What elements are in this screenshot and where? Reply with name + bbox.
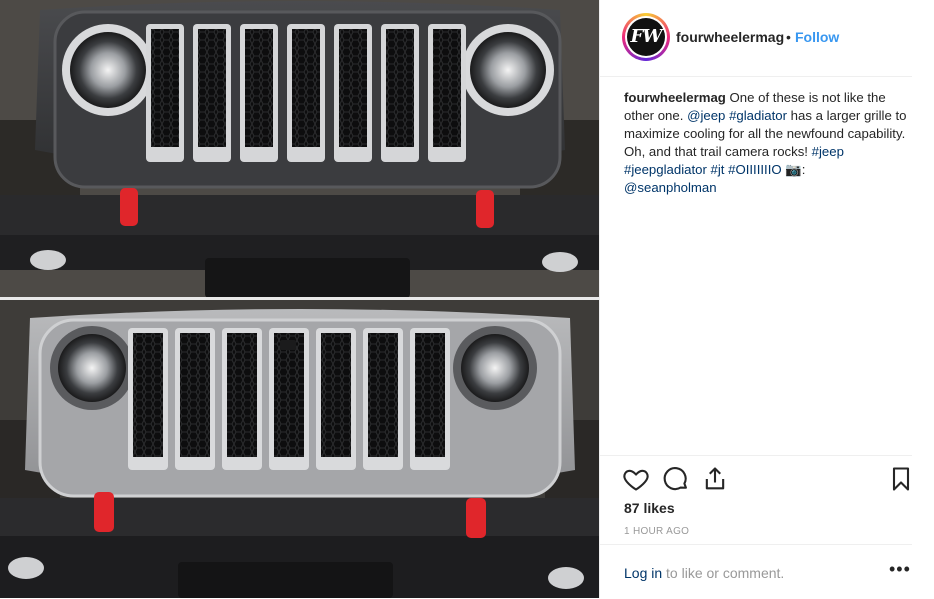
avatar-frame: FW [625, 16, 667, 58]
follow-button[interactable]: Follow [795, 29, 839, 45]
avatar-logo: FW [627, 18, 665, 56]
more-options-icon[interactable]: ••• [889, 559, 911, 580]
hashtag-olll[interactable]: #OIIIIIIIO [728, 162, 782, 177]
bookmark-icon[interactable] [887, 465, 915, 493]
likes-count[interactable]: 87 likes [624, 500, 675, 516]
login-link[interactable]: Log in [624, 565, 662, 581]
caption-colon: : [801, 162, 806, 177]
login-prompt: Log in to like or comment. [624, 565, 784, 581]
top-jeep [0, 0, 599, 298]
caption-username[interactable]: fourwheelermag [624, 90, 726, 105]
mention-seanpholman[interactable]: @seanpholman [624, 180, 717, 195]
hashtag-jeepgladiator[interactable]: #jeepgladiator [624, 162, 707, 177]
jeep-grille-comparison-image [0, 0, 599, 598]
camera-emoji: 📷 [785, 162, 802, 177]
username-link[interactable]: fourwheelermag [676, 29, 784, 45]
avatar[interactable]: FW [622, 13, 670, 61]
post-timestamp: 1 HOUR AGO [624, 526, 690, 537]
post-photo[interactable] [0, 0, 599, 598]
login-prompt-text: to like or comment. [662, 565, 785, 581]
post-sidebar: FW fourwheelermag • Follow fourwheelerma… [599, 0, 934, 598]
hashtag-jeep[interactable]: #jeep [812, 144, 844, 159]
post-actions [600, 455, 912, 504]
bottom-jeep [0, 300, 599, 598]
hashtag-gladiator[interactable]: #gladiator [729, 108, 787, 123]
share-icon[interactable] [701, 465, 729, 493]
heart-icon[interactable] [622, 465, 650, 493]
post-caption: fourwheelermag One of these is not like … [624, 89, 914, 197]
mention-jeep[interactable]: @jeep [687, 108, 725, 123]
hashtag-jt[interactable]: #jt [711, 162, 725, 177]
comment-bar: Log in to like or comment. ••• [600, 544, 912, 599]
post-header: FW fourwheelermag • Follow [600, 0, 912, 77]
separator-dot: • [786, 29, 791, 45]
comment-bubble-icon[interactable] [662, 465, 690, 493]
